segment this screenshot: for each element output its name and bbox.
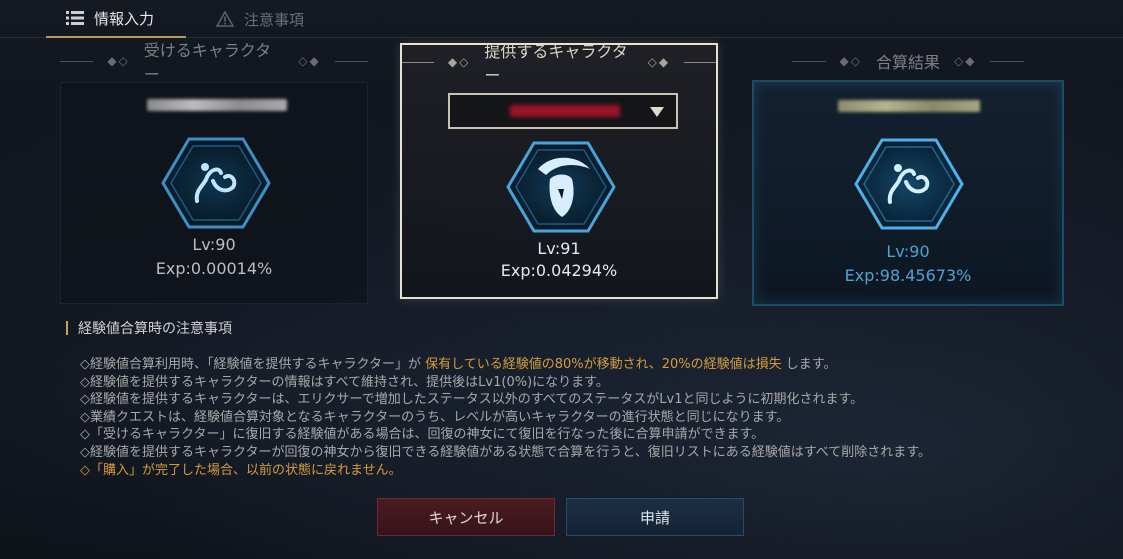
notice-highlight: 保有している経験値の80%が移動され、20%の経験値は損失 <box>425 357 782 372</box>
sorcerer-class-icon <box>161 137 271 229</box>
providing-header: ◆◇ 提供するキャラクター ◇◆ <box>402 42 716 85</box>
list-icon <box>66 11 84 25</box>
character-name-redacted <box>147 99 287 111</box>
caret-down-icon <box>650 107 664 117</box>
tab-info-input[interactable]: 情報入力 <box>46 0 186 38</box>
character-name-redacted <box>838 100 980 112</box>
result-header: ◆◇ 合算結果 ◇◆ <box>752 48 1064 74</box>
receiving-exp: Exp:0.00014% <box>155 259 273 278</box>
notice-title: 経験値合算時の注意事項 <box>66 318 232 338</box>
notice-line: ◇経験値を提供するキャラクターの情報はすべて維持され、提供後はLv1(0%)にな… <box>80 374 609 390</box>
result-header-label: 合算結果 <box>875 53 940 72</box>
notice-line: ◇経験値合算利用時、「経験値を提供するキャラクター」が 保有している経験値の80… <box>80 356 1080 374</box>
receiving-header-label: 受けるキャラクター <box>143 41 272 84</box>
result-character-panel: Lv:90 Exp:98.45673% <box>752 80 1064 306</box>
notice-line: ◇「受けるキャラクター」に復旧する経験値がある場合は、回復の神女にて復旧を行なっ… <box>80 427 765 443</box>
title-accent-bar <box>66 321 68 335</box>
character-select-dropdown[interactable] <box>448 93 678 129</box>
providing-level: Lv:91 <box>537 239 581 258</box>
result-exp: Exp:98.45673% <box>844 266 972 285</box>
receiving-level: Lv:90 <box>192 235 236 254</box>
tab-notes[interactable]: 注意事項 <box>208 0 348 38</box>
notice-line: ◇業績クエストは、経験値合算対象となるキャラクターのうち、レベルが高いキャラクタ… <box>80 409 790 425</box>
reaper-class-icon <box>506 141 616 233</box>
notice-list: ◇経験値合算利用時、「経験値を提供するキャラクター」が 保有している経験値の80… <box>80 356 1080 479</box>
result-level: Lv:90 <box>886 242 930 261</box>
apply-button[interactable]: 申請 <box>566 498 744 536</box>
notice-line: ◇「購入」が完了した場合、以前の状態に戻れません。 <box>80 462 402 478</box>
notice-text: ◇経験値合算利用時、「経験値を提供するキャラクター」が <box>80 357 426 372</box>
tab-info-input-label: 情報入力 <box>94 9 155 28</box>
warning-icon <box>216 11 234 27</box>
selected-character-redacted <box>510 105 620 117</box>
notice-text: します。 <box>781 357 837 372</box>
notice-title-label: 経験値合算時の注意事項 <box>78 321 232 337</box>
sorcerer-class-icon <box>854 138 964 230</box>
cancel-button[interactable]: キャンセル <box>377 498 555 536</box>
providing-header-label: 提供するキャラクター <box>484 42 628 85</box>
notice-line: ◇経験値を提供するキャラクターが回復の神女から復旧できる経験値がある状態で合算を… <box>80 444 931 460</box>
receiving-header: ◆◇ 受けるキャラクター ◇◆ <box>60 41 369 84</box>
providing-exp: Exp:0.04294% <box>500 261 618 280</box>
providing-character-panel[interactable]: ◆◇ 提供するキャラクター ◇◆ Lv:91 Exp:0.04294% <box>400 42 718 299</box>
notice-line: ◇経験値を提供するキャラクターは、エリクサーで増加したステータス以外のすべてのス… <box>80 392 864 408</box>
tab-bar: 情報入力 注意事項 <box>0 0 1123 38</box>
tab-notes-label: 注意事項 <box>244 10 305 29</box>
receiving-character-panel: Lv:90 Exp:0.00014% <box>60 82 368 304</box>
